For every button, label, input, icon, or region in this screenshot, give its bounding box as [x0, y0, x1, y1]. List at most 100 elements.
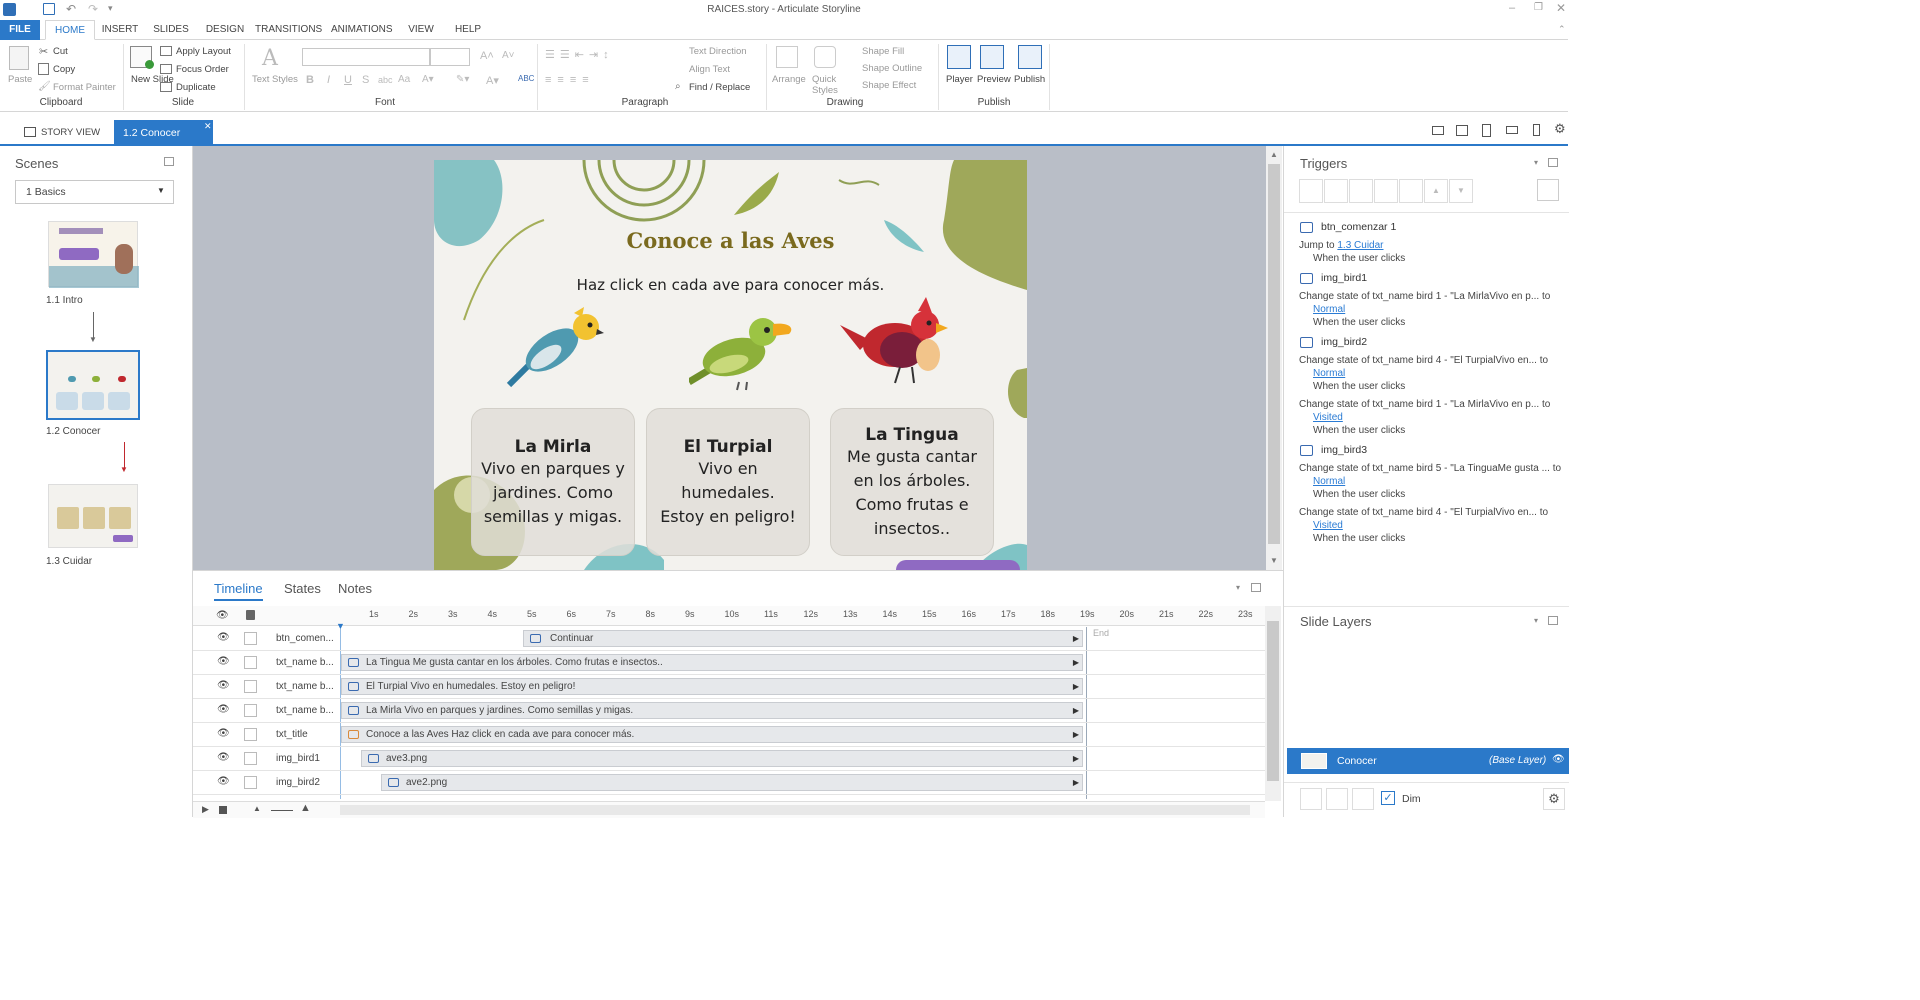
timeline-bar[interactable]: La Tingua Me gusta cantar en los árboles… [341, 654, 1083, 671]
trigger-target-link[interactable]: 1.3 Cuidar [1337, 240, 1383, 251]
trigger-action[interactable]: Change state of txt_name bird 4 - "El Tu… [1299, 507, 1548, 518]
trigger-action[interactable]: Change state of txt_name bird 1 - "La Mi… [1299, 291, 1550, 302]
new-layer-icon[interactable] [1300, 788, 1322, 810]
duplicate-button[interactable]: Duplicate [176, 82, 216, 93]
shape-effect-button[interactable]: Shape Effect [862, 80, 916, 91]
timeline-row[interactable]: 👁 img_bird2 ave2.png ▶ [193, 771, 1265, 795]
move-up-icon[interactable]: ▲ [1424, 179, 1448, 203]
copy-button[interactable]: Copy [53, 64, 75, 75]
tab-slides[interactable]: SLIDES [150, 20, 192, 40]
italic-icon[interactable]: I [327, 74, 330, 86]
panel-menu-icon[interactable]: ▾ [1534, 158, 1538, 167]
scroll-thumb[interactable] [1267, 621, 1279, 781]
tablet-portrait-icon[interactable] [1482, 124, 1491, 137]
scroll-thumb[interactable] [1268, 164, 1280, 544]
lock-checkbox[interactable] [244, 728, 257, 741]
highlight-icon[interactable]: ✎▾ [456, 74, 469, 85]
tab-design[interactable]: DESIGN [203, 20, 247, 40]
cut-button[interactable]: Cut [53, 46, 68, 57]
trigger-variables-icon[interactable] [1537, 179, 1559, 201]
move-down-icon[interactable]: ▼ [1449, 179, 1473, 203]
new-trigger-icon[interactable] [1299, 179, 1323, 203]
font-family-select[interactable] [302, 48, 430, 66]
card-mirla[interactable]: La Mirla Vivo en parques y jardines. Com… [471, 408, 635, 556]
font-color-icon[interactable]: A▾ [486, 74, 499, 87]
tablet-landscape-icon[interactable] [1456, 125, 1468, 136]
close-tab-icon[interactable]: ✕ [204, 121, 212, 132]
close-window-icon[interactable]: ✕ [1556, 1, 1566, 15]
trigger-action[interactable]: Jump to 1.3 Cuidar [1299, 240, 1384, 251]
trigger-object[interactable]: img_bird1 [1300, 271, 1560, 287]
duplicate-layer-icon[interactable] [1326, 788, 1348, 810]
continue-button-shape[interactable] [896, 560, 1020, 570]
zoom-out-icon[interactable]: ▲ [253, 804, 261, 813]
bird-turpial[interactable] [689, 312, 799, 392]
trigger-object[interactable]: img_bird2 [1300, 335, 1560, 351]
bird-mirla[interactable] [504, 305, 604, 390]
timeline-row[interactable]: 👁 txt_name b... La Tingua Me gusta cantar … [193, 651, 1265, 675]
zoom-in-icon[interactable]: ▲ [300, 802, 311, 814]
timeline-bar[interactable]: ave2.png ▶ [381, 774, 1083, 791]
stage-scrollbar[interactable]: ▲ ▼ [1266, 146, 1282, 570]
panel-float-icon[interactable] [164, 157, 174, 166]
trigger-object[interactable]: img_bird3 [1300, 443, 1560, 459]
copy-trigger-icon[interactable] [1349, 179, 1373, 203]
zoom-slider[interactable] [271, 810, 293, 811]
lock-icon[interactable] [246, 610, 255, 620]
card-tingua[interactable]: La Tingua Me gusta cantar en los árboles… [830, 408, 994, 556]
tab-timeline[interactable]: Timeline [214, 581, 263, 596]
tab-file[interactable]: FILE [0, 20, 40, 40]
focus-order-button[interactable]: Focus Order [176, 64, 229, 75]
trigger-object[interactable]: btn_comenzar 1 [1300, 220, 1560, 236]
delete-trigger-icon[interactable] [1399, 179, 1423, 203]
spell-check-icon[interactable]: ABC [518, 74, 534, 83]
lock-checkbox[interactable] [244, 704, 257, 717]
timeline-bar[interactable]: Continuar ▶ [523, 630, 1083, 647]
tab-home[interactable]: HOME [45, 20, 95, 40]
tab-transitions[interactable]: TRANSITIONS [255, 20, 322, 40]
shape-fill-button[interactable]: Shape Fill [862, 46, 904, 57]
eye-icon[interactable]: 👁 [217, 728, 230, 739]
panel-menu-icon[interactable]: ▾ [1236, 583, 1240, 592]
eye-icon[interactable]: 👁 [216, 610, 229, 621]
edit-trigger-icon[interactable] [1324, 179, 1348, 203]
dim-checkbox[interactable]: ✓ [1381, 791, 1395, 805]
restore-icon[interactable]: ❐ [1534, 2, 1543, 13]
delete-layer-icon[interactable] [1352, 788, 1374, 810]
timeline-row[interactable]: 👁 txt_name b... El Turpial Vivo en humedal… [193, 675, 1265, 699]
slide-thumbnail-conocer[interactable] [46, 350, 140, 420]
timeline-bar[interactable]: Conoce a las Aves Haz click en cada ave … [341, 726, 1083, 743]
trigger-target-link[interactable]: Visited [1313, 520, 1343, 531]
base-layer-row[interactable]: Conocer (Base Layer) 👁 [1287, 748, 1569, 774]
paste-button[interactable]: Paste [8, 74, 32, 85]
eye-icon[interactable]: 👁 [217, 632, 230, 643]
timeline-row[interactable]: 👁 btn_comen... Continuar ▶ [193, 627, 1265, 651]
layer-settings-icon[interactable]: ⚙ [1543, 788, 1565, 810]
format-painter-button[interactable]: Format Painter [53, 82, 116, 93]
lock-checkbox[interactable] [244, 776, 257, 789]
timeline-vertical-scrollbar[interactable] [1265, 606, 1281, 801]
card-turpial[interactable]: El Turpial Vivo en humedales. Estoy en p… [646, 408, 810, 556]
timeline-bar[interactable]: La Mirla Vivo en parques y jardines. Com… [341, 702, 1083, 719]
font-effects-icon[interactable]: A▾ [422, 74, 434, 85]
shrink-font-icon[interactable]: A˅ [502, 50, 515, 61]
trigger-target-link[interactable]: Normal [1313, 476, 1345, 487]
panel-float-icon[interactable] [1548, 616, 1558, 625]
timeline-row[interactable]: 👁 txt_name b... La Mirla Vivo en parques y… [193, 699, 1265, 723]
scroll-up-icon[interactable]: ▲ [1270, 150, 1278, 159]
find-replace-button[interactable]: Find / Replace [689, 82, 750, 93]
collapse-ribbon-icon[interactable]: ⌃ [1558, 24, 1566, 35]
panel-menu-icon[interactable]: ▾ [1534, 616, 1538, 625]
paste-icon[interactable] [9, 46, 29, 70]
spacing-icon[interactable]: abc [378, 75, 393, 85]
minimize-icon[interactable]: – [1509, 2, 1515, 14]
font-size-select[interactable] [430, 48, 470, 66]
eye-icon[interactable]: 👁 [217, 656, 230, 667]
panel-float-icon[interactable] [1251, 583, 1261, 592]
time-ruler[interactable]: 1s 2s 3s 4s 5s 6s 7s 8s 9s 10s 11s 12s 13s 14s 15s 16s 1… [336, 606, 1265, 626]
change-case-icon[interactable]: Aa [398, 74, 410, 85]
phone-landscape-icon[interactable] [1506, 126, 1518, 134]
trigger-target-link[interactable]: Normal [1313, 304, 1345, 315]
tab-states[interactable]: States [284, 581, 321, 596]
bold-icon[interactable]: B [306, 74, 314, 86]
